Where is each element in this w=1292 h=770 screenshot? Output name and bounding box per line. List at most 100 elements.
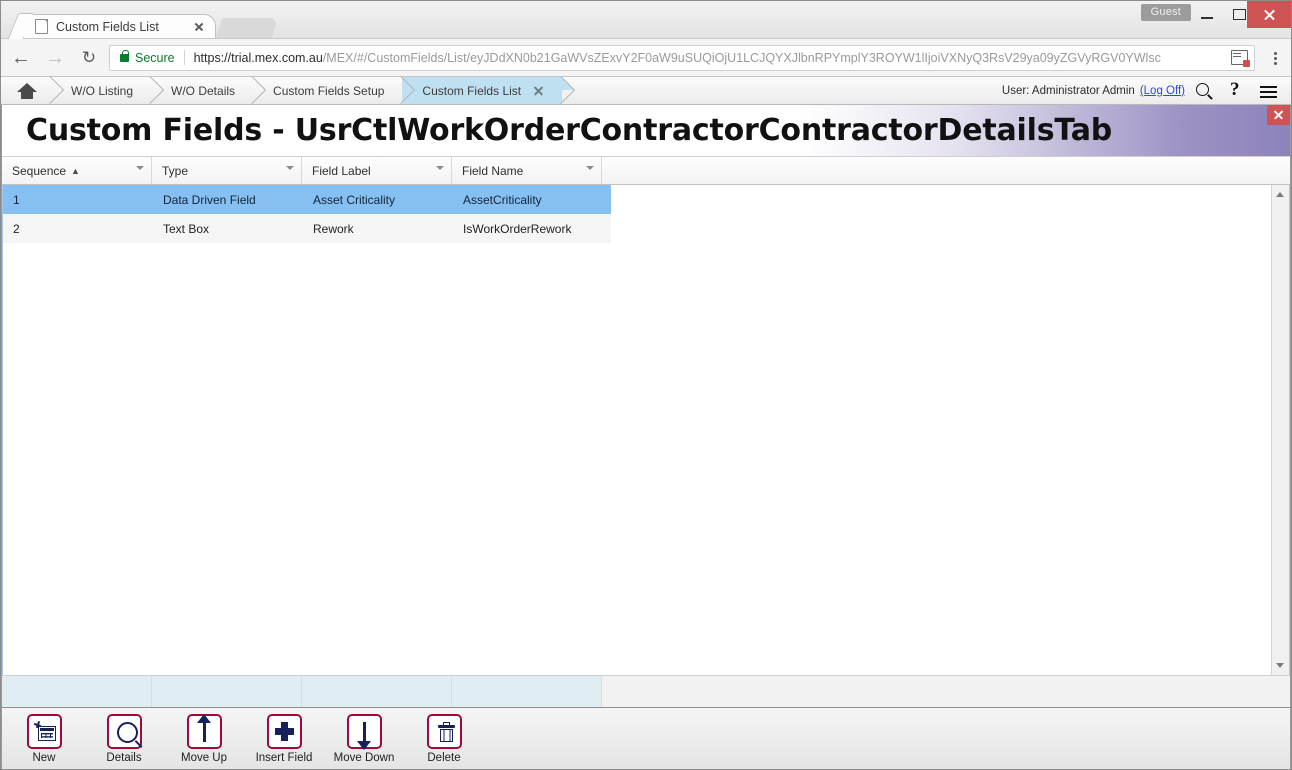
footer-cell-sequence: [2, 676, 152, 707]
magnifier-icon: [106, 714, 142, 749]
cell-field-name: AssetCriticality: [463, 192, 542, 207]
breadcrumb-list: W/O Listing W/O Details Custom Fields Se…: [1, 77, 563, 104]
details-button[interactable]: Details: [100, 708, 148, 764]
chevron-down-icon[interactable]: [286, 166, 294, 170]
custom-fields-grid: Sequence ▲ Type Field Label Field Name 1…: [2, 157, 1290, 707]
address-bar[interactable]: Secure https://trial.mex.com.au/MEX/#/Cu…: [109, 44, 1255, 71]
url-host: https://trial.mex.com.au: [193, 50, 323, 65]
cell-field-label: Rework: [313, 221, 354, 236]
column-header-sequence[interactable]: Sequence ▲: [2, 157, 152, 184]
reload-icon: ↻: [81, 47, 97, 68]
media-blocked-icon[interactable]: [1231, 50, 1250, 67]
column-header-filler: [602, 157, 1290, 184]
trash-icon: [426, 714, 462, 749]
table-row[interactable]: 1 Data Driven Field Asset Criticality As…: [3, 185, 611, 214]
delete-button[interactable]: Delete: [420, 708, 468, 764]
arrow-up-icon: [186, 714, 222, 749]
button-label: Delete: [427, 752, 461, 764]
plus-icon: [266, 714, 302, 749]
back-button[interactable]: ←: [7, 44, 35, 72]
url-path: /MEX/#/CustomFields/List/eyJDdXN0b21GaWV…: [322, 50, 1161, 65]
scroll-down-button[interactable]: [1272, 657, 1289, 674]
close-window-button[interactable]: [1247, 1, 1291, 28]
move-up-button[interactable]: Move Up: [180, 708, 228, 764]
browser-menu-button[interactable]: [1263, 44, 1287, 72]
action-toolbar: New Details Move Up Insert Field Move Do…: [2, 707, 1290, 769]
app-page: Custom Fields - UsrCtlWorkOrderContracto…: [1, 105, 1291, 769]
cell-type: Text Box: [163, 221, 210, 236]
button-label: Move Up: [180, 752, 228, 764]
move-down-button[interactable]: Move Down: [334, 708, 394, 764]
log-off-link[interactable]: (Log Off): [1140, 85, 1185, 97]
new-tab-button[interactable]: [215, 18, 279, 38]
chevron-down-icon[interactable]: [136, 166, 144, 170]
page-favicon-icon: [35, 19, 48, 34]
divider: [183, 50, 185, 65]
vertical-scrollbar[interactable]: [1271, 185, 1289, 675]
minimize-window-button[interactable]: [1191, 1, 1223, 28]
column-header-field-name[interactable]: Field Name: [452, 157, 602, 184]
button-label: Move Down: [333, 752, 395, 764]
chevron-down-icon[interactable]: [586, 166, 594, 170]
breadcrumb: W/O Listing W/O Details Custom Fields Se…: [1, 77, 1291, 105]
cell-field-label: Asset Criticality: [313, 192, 396, 207]
footer-cell-field-label: [302, 676, 452, 707]
footer-cell-type: [152, 676, 302, 707]
breadcrumb-label: W/O Listing: [71, 83, 134, 98]
cell-sequence: 1: [13, 192, 20, 207]
home-icon: [17, 82, 37, 99]
reload-button[interactable]: ↻: [75, 44, 103, 72]
main-menu-button[interactable]: [1255, 80, 1281, 102]
breadcrumb-label: Custom Fields Setup: [273, 83, 385, 98]
table-row[interactable]: 2 Text Box Rework IsWorkOrderRework: [3, 214, 611, 243]
question-mark-icon: ?: [1230, 78, 1240, 100]
help-button[interactable]: ?: [1223, 78, 1249, 102]
chevron-down-icon[interactable]: [436, 166, 444, 170]
arrow-left-icon: ←: [11, 46, 31, 69]
breadcrumb-item-custom-fields-setup[interactable]: Custom Fields Setup: [253, 77, 402, 104]
close-icon[interactable]: [191, 19, 207, 35]
breadcrumb-item-custom-fields-list[interactable]: Custom Fields List: [402, 77, 563, 104]
user-zone: User: Administrator Admin (Log Off) ?: [1002, 77, 1291, 104]
grid-body: 1 Data Driven Field Asset Criticality As…: [2, 185, 1290, 675]
scroll-up-button[interactable]: [1272, 186, 1289, 203]
footer-cell-filler: [602, 676, 1290, 707]
search-button[interactable]: [1191, 80, 1217, 102]
cell-sequence: 2: [13, 221, 20, 236]
column-label: Field Label: [312, 163, 371, 178]
browser-tab-title: Custom Fields List: [56, 19, 159, 34]
insert-field-button[interactable]: Insert Field: [256, 708, 312, 764]
cell-field-name: IsWorkOrderRework: [463, 221, 572, 236]
browser-window: Custom Fields List Guest ← → ↻ Secure ht…: [0, 0, 1292, 770]
grid-footer-row: [2, 675, 1290, 707]
breadcrumb-label: Custom Fields List: [422, 83, 522, 98]
search-icon: [1196, 82, 1209, 96]
column-header-type[interactable]: Type: [152, 157, 302, 184]
footer-cell-field-name: [452, 676, 602, 707]
user-label: User: Administrator Admin: [1001, 84, 1135, 97]
column-label: Type: [162, 163, 189, 178]
arrow-down-icon: [346, 714, 382, 750]
browser-tab[interactable]: Custom Fields List: [23, 14, 216, 38]
page-banner: Custom Fields - UsrCtlWorkOrderContracto…: [2, 105, 1290, 157]
hamburger-icon: [1260, 85, 1277, 88]
column-header-field-label[interactable]: Field Label: [302, 157, 452, 184]
column-label: Sequence: [12, 163, 67, 178]
cell-type: Data Driven Field: [163, 192, 256, 207]
arrow-right-icon: →: [45, 46, 65, 69]
sort-ascending-icon: ▲: [71, 165, 80, 176]
guest-profile-chip[interactable]: Guest: [1140, 4, 1191, 21]
close-page-button[interactable]: [1267, 105, 1290, 125]
browser-titlebar: Custom Fields List Guest: [1, 1, 1291, 39]
button-label: New: [32, 752, 56, 764]
button-label: Details: [106, 752, 142, 764]
lock-icon: [120, 49, 129, 62]
breadcrumb-item-wo-details[interactable]: W/O Details: [151, 77, 253, 104]
close-icon[interactable]: [533, 85, 544, 96]
breadcrumb-home[interactable]: [1, 77, 51, 104]
page-title: Custom Fields - UsrCtlWorkOrderContracto…: [26, 113, 1113, 148]
forward-button[interactable]: →: [41, 44, 69, 72]
breadcrumb-label: W/O Details: [171, 83, 236, 98]
breadcrumb-item-wo-listing[interactable]: W/O Listing: [51, 77, 151, 104]
new-button[interactable]: New: [20, 708, 68, 764]
